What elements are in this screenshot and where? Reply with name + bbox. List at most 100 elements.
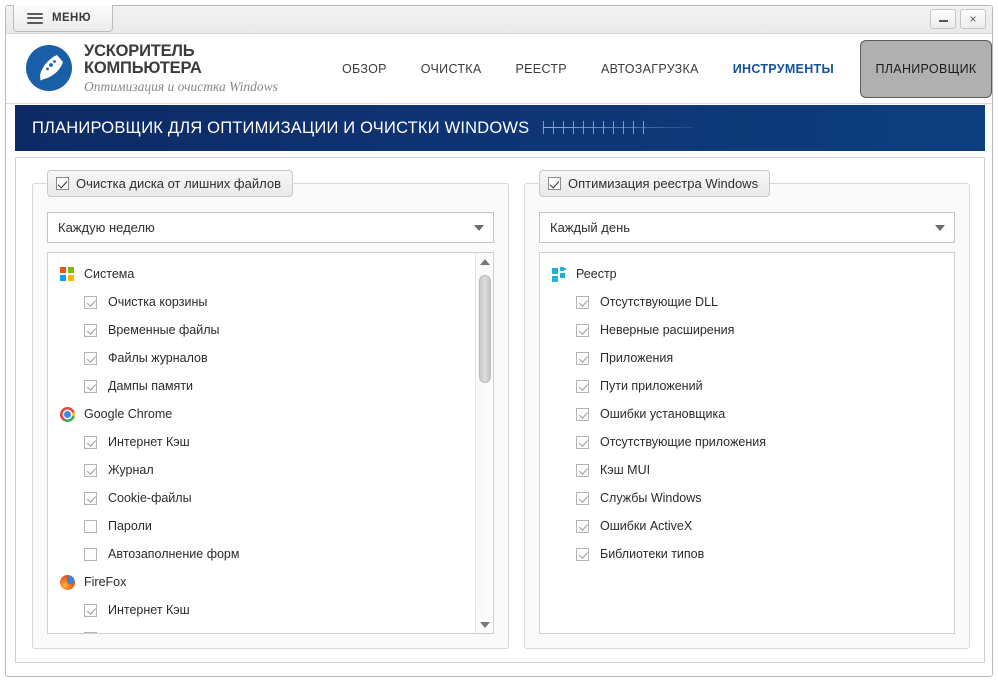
list-item-label: Ошибки установщика: [600, 407, 726, 421]
application-window: МЕНЮ × УСКОРИТЕЛЬ КОМПЬЮТЕРА Оптимизация…: [5, 5, 993, 677]
item-checkbox[interactable]: [576, 323, 589, 337]
list-item-label: Ошибки ActiveX: [600, 519, 693, 533]
list-item-label: Библиотеки типов: [600, 547, 705, 561]
item-checkbox[interactable]: [576, 295, 589, 309]
item-checkbox[interactable]: [84, 295, 97, 309]
panel-registry-toggle[interactable]: Оптимизация реестра Windows: [539, 170, 771, 197]
item-checkbox[interactable]: [576, 519, 589, 533]
list-item[interactable]: Пути приложений: [540, 372, 954, 400]
list-item-label: Журнал: [108, 463, 154, 477]
list-item[interactable]: Ошибки установщика: [540, 400, 954, 428]
list-item[interactable]: Журнал: [48, 624, 474, 633]
chevron-down-icon: [480, 621, 490, 628]
list-item[interactable]: Интернет Кэш: [48, 428, 474, 456]
item-checkbox[interactable]: [576, 435, 589, 449]
list-item[interactable]: Пароли: [48, 512, 474, 540]
scrollbar-thumb[interactable]: [479, 275, 491, 383]
item-checkbox[interactable]: [576, 351, 589, 365]
hamburger-icon: [27, 12, 43, 24]
list-item[interactable]: Автозаполнение форм: [48, 540, 474, 568]
panel-disk-cleanup-toggle[interactable]: Очистка диска от лишних файлов: [47, 170, 293, 197]
list-item-label: Cookie-файлы: [108, 491, 192, 505]
chevron-down-icon: [474, 224, 484, 231]
list-item[interactable]: Отсутствующие приложения: [540, 428, 954, 456]
brand-text: УСКОРИТЕЛЬ КОМПЬЮТЕРА Оптимизация и очис…: [84, 42, 301, 94]
list-item[interactable]: Ошибки ActiveX: [540, 512, 954, 540]
panel-disk-cleanup-checkbox[interactable]: [56, 177, 69, 190]
nav-item-overview[interactable]: ОБЗОР: [325, 62, 404, 76]
list-item[interactable]: Дампы памяти: [48, 372, 474, 400]
menu-button[interactable]: МЕНЮ: [13, 5, 113, 32]
list-item[interactable]: Библиотеки типов: [540, 540, 954, 568]
item-checkbox[interactable]: [576, 463, 589, 477]
list-item-label: Отсутствующие DLL: [600, 295, 718, 309]
list-item[interactable]: Cookie-файлы: [48, 484, 474, 512]
disk-cleanup-scrollbar[interactable]: [475, 253, 493, 633]
list-item-label: Временные файлы: [108, 323, 220, 337]
scroll-up-button[interactable]: [476, 253, 493, 270]
nav-item-cleanup[interactable]: ОЧИСТКА: [404, 62, 499, 76]
item-checkbox[interactable]: [84, 351, 97, 365]
item-checkbox[interactable]: [84, 519, 97, 533]
page-title: ПЛАНИРОВЩИК ДЛЯ ОПТИМИЗАЦИИ И ОЧИСТКИ WI…: [32, 118, 530, 137]
list-item[interactable]: Кэш MUI: [540, 456, 954, 484]
item-checkbox[interactable]: [84, 435, 97, 449]
chevron-down-icon: [935, 224, 945, 231]
item-checkbox[interactable]: [84, 379, 97, 393]
item-checkbox[interactable]: [84, 631, 97, 633]
list-item-label: Пароли: [108, 519, 152, 533]
registry-schedule-select[interactable]: Каждый день: [539, 212, 955, 243]
list-category[interactable]: FireFox: [48, 568, 474, 596]
window-controls: ×: [930, 9, 986, 29]
brand-subtitle: Оптимизация и очистка Windows: [84, 78, 278, 94]
list-category[interactable]: Система: [48, 260, 474, 288]
list-item-label: Автозаполнение форм: [108, 547, 240, 561]
list-item[interactable]: Временные файлы: [48, 316, 474, 344]
item-checkbox[interactable]: [84, 603, 97, 617]
list-item[interactable]: Журнал: [48, 456, 474, 484]
item-checkbox[interactable]: [84, 323, 97, 337]
minimize-icon: [938, 20, 948, 22]
registry-schedule-value: Каждый день: [550, 220, 631, 235]
item-checkbox[interactable]: [576, 407, 589, 421]
item-checkbox[interactable]: [84, 547, 97, 561]
item-checkbox[interactable]: [576, 491, 589, 505]
list-item-label: Журнал: [108, 631, 154, 633]
list-category[interactable]: Google Chrome: [48, 400, 474, 428]
panel-registry-checkbox[interactable]: [548, 177, 561, 190]
item-checkbox[interactable]: [84, 463, 97, 477]
item-checkbox[interactable]: [576, 547, 589, 561]
nav-item-startup[interactable]: АВТОЗАГРУЗКА: [584, 62, 716, 76]
nav-item-registry[interactable]: РЕЕСТР: [499, 62, 584, 76]
windows-logo-icon: [60, 266, 75, 282]
disk-cleanup-list-content: Система Очистка корзины Временные файлы …: [48, 253, 474, 633]
list-item[interactable]: Неверные расширения: [540, 316, 954, 344]
list-item-label: Приложения: [600, 351, 674, 365]
item-checkbox[interactable]: [84, 491, 97, 505]
content-area: Очистка диска от лишних файлов Каждую не…: [15, 157, 985, 663]
list-item[interactable]: Приложения: [540, 344, 954, 372]
list-item[interactable]: Файлы журналов: [48, 344, 474, 372]
disk-cleanup-list[interactable]: Система Очистка корзины Временные файлы …: [47, 252, 494, 634]
title-bar: МЕНЮ ×: [6, 5, 992, 34]
list-item[interactable]: Очистка корзины: [48, 288, 474, 316]
minimize-button[interactable]: [930, 9, 956, 29]
disk-cleanup-schedule-select[interactable]: Каждую неделю: [47, 212, 494, 243]
registry-list[interactable]: Реестр Отсутствующие DLL Неверные расшир…: [539, 252, 955, 634]
nav-item-tools[interactable]: ИНСТРУМЕНТЫ: [716, 62, 851, 76]
rocket-logo-icon: [26, 45, 72, 92]
list-category[interactable]: Реестр: [540, 260, 954, 288]
app-header: УСКОРИТЕЛЬ КОМПЬЮТЕРА Оптимизация и очис…: [6, 34, 992, 104]
list-item[interactable]: Отсутствующие DLL: [540, 288, 954, 316]
close-button[interactable]: ×: [960, 9, 986, 29]
close-icon: ×: [969, 12, 977, 26]
panel-disk-cleanup: Очистка диска от лишних файлов Каждую не…: [32, 170, 509, 649]
item-checkbox[interactable]: [576, 379, 589, 393]
nav-button-scheduler[interactable]: ПЛАНИРОВЩИК: [860, 39, 992, 98]
list-item[interactable]: Интернет Кэш: [48, 596, 474, 624]
list-category-label: Реестр: [576, 267, 617, 281]
panel-registry-label: Оптимизация реестра Windows: [568, 176, 759, 191]
scroll-down-button[interactable]: [476, 616, 493, 633]
list-item[interactable]: Службы Windows: [540, 484, 954, 512]
list-category-label: Система: [84, 267, 135, 281]
